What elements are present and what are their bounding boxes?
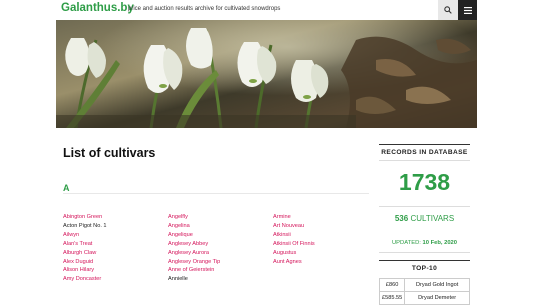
cultivar-link[interactable]: Anne of Geierstein: [168, 266, 220, 275]
table-row[interactable]: £585.55 Dryad Demeter: [378, 291, 470, 305]
updated-divider: [379, 252, 470, 253]
updated-date-value: 10 Feb, 2020: [422, 240, 457, 246]
records-title-divider: [379, 160, 470, 161]
records-title: RECORDS IN DATABASE: [381, 149, 468, 156]
cultivar-link[interactable]: Aunt Agnes: [273, 258, 315, 267]
cultivar-link[interactable]: Ailwyn: [63, 231, 107, 240]
updated-label: UPDATED:: [392, 240, 421, 246]
cultivar-link[interactable]: Alan's Treat: [63, 240, 107, 249]
cultivar-link[interactable]: Abington Green: [63, 213, 107, 222]
letter-heading: A: [63, 183, 70, 193]
records-count: 1738: [398, 169, 451, 195]
top10-top-rule: [379, 260, 470, 261]
cultivar-link[interactable]: Augustus: [273, 249, 315, 258]
records-count-divider: [379, 206, 470, 207]
cultivar-link[interactable]: Angelfly: [168, 213, 220, 222]
top10-price: £860: [378, 278, 406, 292]
site-header: Galanthus.by price and auction results a…: [56, 0, 477, 20]
cultivar-name: Annielle: [168, 276, 188, 283]
letter-divider: [63, 193, 369, 194]
site-tagline: price and auction results archive for cu…: [128, 6, 281, 12]
cultivar-link[interactable]: Armine: [273, 213, 315, 222]
search-button[interactable]: [438, 0, 458, 20]
cultivar-link[interactable]: Anglesey Abbey: [168, 240, 220, 249]
cultivar-link[interactable]: Alburgh Claw: [63, 249, 107, 258]
cultivar-link[interactable]: Alex Duguid: [63, 258, 107, 267]
cultivar-link[interactable]: Angelique: [168, 231, 220, 240]
top10-price: £585.55: [378, 291, 406, 305]
table-row[interactable]: £860 Dryad Gold Ingot: [378, 278, 470, 292]
top10-table: £860 Dryad Gold Ingot £585.55 Dryad Deme…: [378, 278, 470, 305]
search-icon: [444, 6, 452, 14]
cultivars-count-value: 536: [394, 214, 409, 223]
cultivar-link[interactable]: Angelina: [168, 222, 220, 231]
page-title: List of cultivars: [63, 146, 156, 160]
cultivars-count: 536 CULTIVARS: [379, 214, 470, 223]
cultivar-link[interactable]: Anglesey Orange Tip: [168, 258, 220, 267]
cultivar-link[interactable]: Atkinsii: [273, 231, 315, 240]
top10-name[interactable]: Dryad Demeter: [404, 291, 470, 305]
cultivar-name: Acton Pigot No. 1: [63, 222, 107, 229]
hero-snowdrops-photo: [56, 20, 477, 128]
top10-title: TOP-10: [411, 265, 438, 272]
cultivar-link[interactable]: Amy Doncaster: [63, 275, 107, 284]
site-logo[interactable]: Galanthus.by: [61, 2, 134, 14]
records-top-rule: [379, 144, 470, 145]
cultivar-link[interactable]: Atkinsii Of Finnis: [273, 240, 315, 249]
cultivar-link[interactable]: Art Nouveau: [273, 222, 315, 231]
cultivars-count-label: CULTIVARS: [410, 214, 455, 223]
top10-name[interactable]: Dryad Gold Ingot: [404, 278, 470, 292]
updated-date: UPDATED: 10 Feb, 2020: [379, 240, 470, 246]
cultivar-link[interactable]: Anglesey Aurora: [168, 249, 220, 258]
cultivar-link[interactable]: Alison Hilary: [63, 266, 107, 275]
cultivar-column-1: Abington Green Acton Pigot No. 1 Ailwyn …: [63, 213, 107, 284]
cultivar-column-3: Armine Art Nouveau Atkinsii Atkinsii Of …: [273, 213, 315, 266]
menu-button[interactable]: [458, 0, 477, 20]
hamburger-menu-icon: [463, 6, 472, 14]
cultivar-column-2: Angelfly Angelina Angelique Anglesey Abb…: [168, 213, 220, 284]
